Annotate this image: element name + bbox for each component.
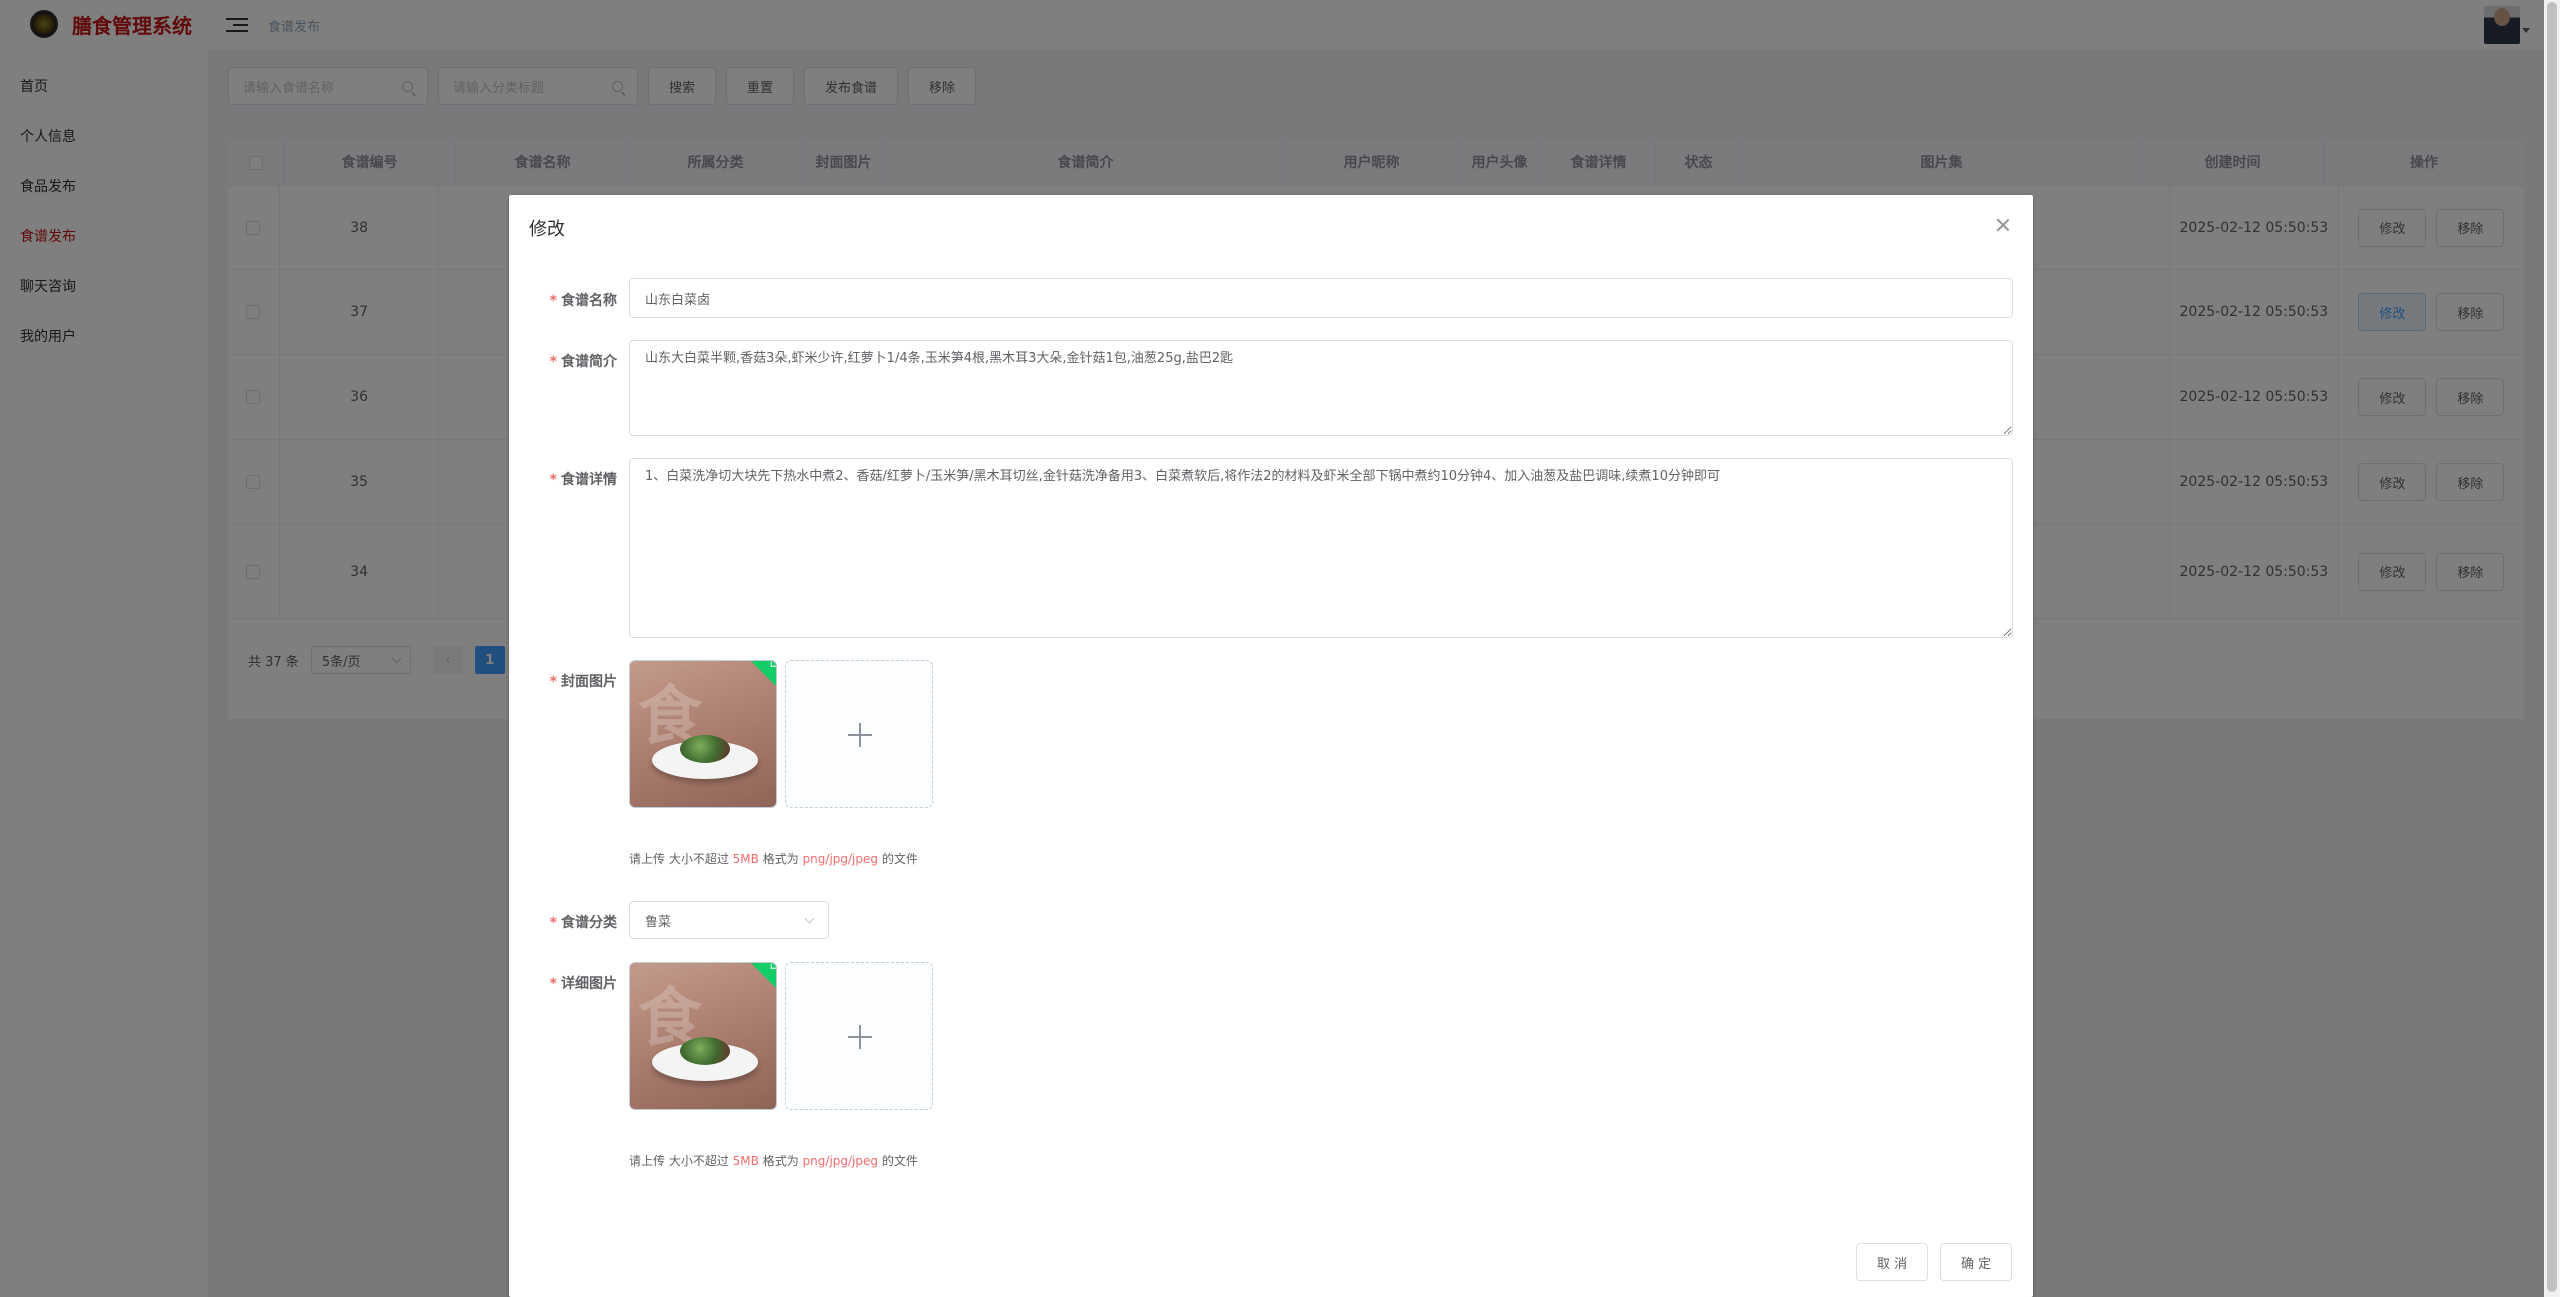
- detail-images-label-text: 详细图片: [561, 976, 617, 992]
- category-label: * 食谱分类: [509, 912, 617, 932]
- scrollbar-thumb[interactable]: [2547, 2, 2557, 1292]
- tip-suffix: 的文件: [881, 1154, 918, 1168]
- recipe-name-label-text: 食谱名称: [561, 293, 617, 309]
- required-star: *: [549, 915, 557, 931]
- required-star: *: [549, 976, 557, 992]
- detail-image-thumbnail[interactable]: 食: [629, 962, 777, 1110]
- category-select[interactable]: 鲁菜: [629, 901, 829, 939]
- cover-image-label: * 封面图片: [509, 671, 617, 691]
- food-image: [680, 735, 730, 763]
- recipe-intro-label-text: 食谱简介: [561, 354, 617, 370]
- recipe-intro-textarea[interactable]: 山东大白菜半颗,香菇3朵,虾米少许,红萝卜1/4条,玉米笋4根,黑木耳3大朵,金…: [629, 340, 2013, 436]
- detail-images-label: * 详细图片: [509, 973, 617, 993]
- recipe-detail-textarea[interactable]: 1、白菜洗净切大块先下热水中煮2、香菇/红萝卜/玉米笋/黑木耳切丝,金针菇洗净备…: [629, 458, 2013, 638]
- recipe-name-input[interactable]: [629, 278, 2013, 318]
- tip-formats: png/jpg/jpeg: [802, 1154, 879, 1168]
- required-star: *: [549, 354, 557, 370]
- tip-size: 5MB: [732, 852, 759, 866]
- required-star: *: [549, 472, 557, 488]
- cover-upload-tip: 请上传 大小不超过 5MB 格式为 png/jpg/jpeg 的文件: [629, 850, 918, 867]
- close-icon[interactable]: [1995, 217, 2011, 233]
- recipe-name-label: * 食谱名称: [509, 290, 617, 310]
- confirm-button[interactable]: 确 定: [1940, 1243, 2013, 1281]
- recipe-intro-label: * 食谱简介: [509, 351, 617, 371]
- edit-recipe-dialog: 修改 *食谱名称 *食谱简介 山东大白菜半颗,香菇3朵,虾米少许,红萝卜1/4条…: [509, 195, 2033, 1297]
- upload-success-check-icon: [750, 963, 776, 991]
- cover-upload-add-button[interactable]: [785, 660, 933, 808]
- food-image: [680, 1037, 730, 1065]
- category-value: 鲁菜: [645, 914, 672, 930]
- tip-size: 5MB: [732, 1154, 759, 1168]
- detail-upload-add-button[interactable]: [785, 962, 933, 1110]
- tip-formats: png/jpg/jpeg: [802, 852, 879, 866]
- cover-image-thumbnail[interactable]: 食: [629, 660, 777, 808]
- tip-prefix: 请上传 大小不超过: [629, 1154, 729, 1168]
- tip-middle: 格式为: [762, 1154, 799, 1168]
- cover-image-label-text: 封面图片: [561, 674, 617, 690]
- tip-suffix: 的文件: [881, 852, 918, 866]
- cancel-button[interactable]: 取 消: [1856, 1243, 1929, 1281]
- chevron-down-icon: [804, 913, 815, 923]
- required-star: *: [549, 674, 557, 690]
- dialog-title: 修改: [529, 219, 565, 240]
- tip-prefix: 请上传 大小不超过: [629, 852, 729, 866]
- category-label-text: 食谱分类: [561, 915, 617, 931]
- recipe-detail-label: * 食谱详情: [509, 469, 617, 489]
- upload-success-check-icon: [750, 661, 776, 689]
- detail-upload-tip: 请上传 大小不超过 5MB 格式为 png/jpg/jpeg 的文件: [629, 1152, 918, 1169]
- page-scrollbar[interactable]: [2544, 0, 2560, 1297]
- tip-middle: 格式为: [762, 852, 799, 866]
- recipe-detail-label-text: 食谱详情: [561, 472, 617, 488]
- required-star: *: [549, 293, 557, 309]
